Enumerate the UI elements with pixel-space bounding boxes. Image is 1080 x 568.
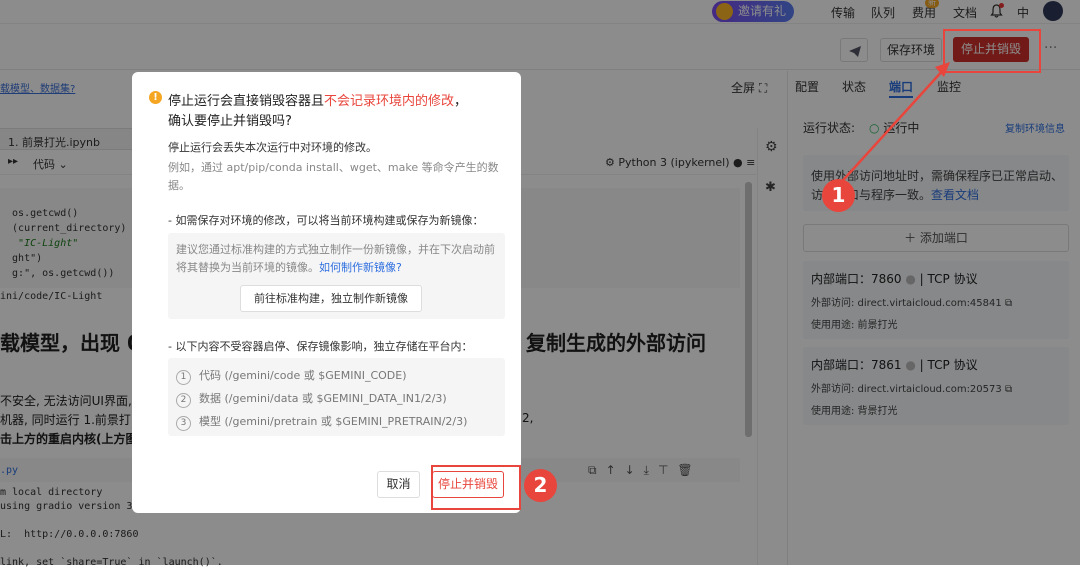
annotation-marker-1: 1 (822, 179, 855, 212)
annotation-marker-2: 2 (524, 469, 557, 502)
